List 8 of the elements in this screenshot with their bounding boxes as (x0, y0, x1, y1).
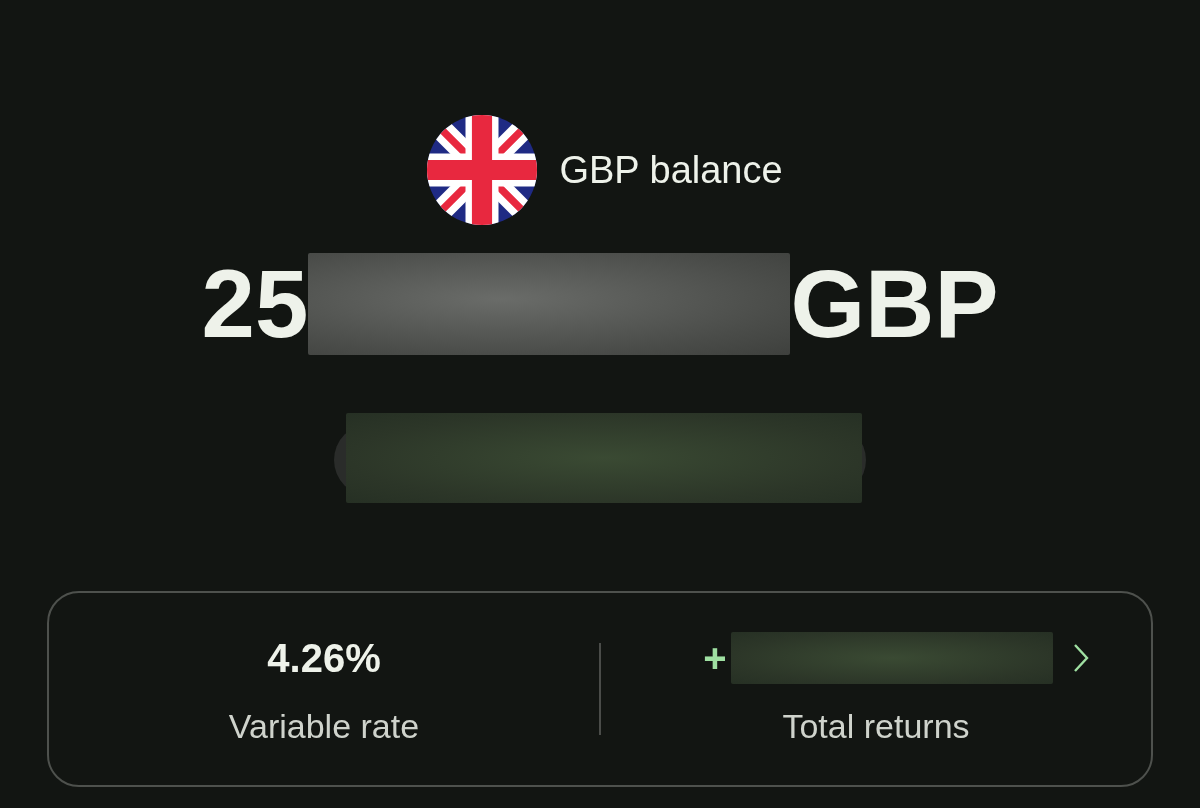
balance-amount: 25 (201, 249, 309, 359)
stat-label: Total returns (782, 706, 970, 746)
rate-value: 4.26% (267, 634, 381, 682)
returns-value: + (703, 634, 727, 682)
balance-title: GBP balance (559, 148, 783, 192)
stat-label: Variable rate (228, 706, 420, 746)
chevron-right-icon[interactable] (1072, 642, 1089, 673)
balance-currency: GBP (790, 249, 999, 359)
